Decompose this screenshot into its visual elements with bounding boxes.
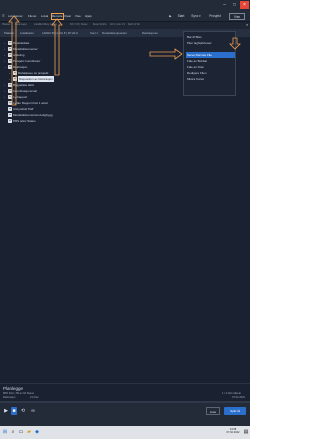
list-button[interactable]: Liste bbox=[206, 407, 220, 415]
remote-dropdown-menu: Bar-fil Bilet Piler tagSpilviewer Serve … bbox=[183, 31, 236, 96]
minimize-icon[interactable]: – bbox=[220, 1, 229, 9]
playback-progress[interactable] bbox=[0, 401, 250, 403]
info-panel: Planlegge 88% Filer | 89 av 94 Skane Rek… bbox=[0, 383, 250, 401]
stop-icon[interactable]: ■ bbox=[11, 407, 17, 415]
folder-icon bbox=[13, 71, 17, 75]
breadcrumb-item[interactable]: Rektrasjoner bbox=[142, 29, 158, 37]
menu-item-hjelp[interactable]: Hjelp bbox=[85, 14, 92, 19]
menu-item-remote[interactable]: Remote bbox=[51, 13, 64, 20]
path-crumb[interactable]: Dahl 12 Vik bbox=[128, 22, 140, 29]
menu-item-vise[interactable]: Vise bbox=[75, 14, 81, 19]
info-meta-left: Rektrasjon bbox=[3, 396, 16, 399]
breadcrumb-item[interactable]: LAKES 50 | LGG 8 | 36 Vik A bbox=[42, 29, 78, 37]
sync-button[interactable]: Sync ▾ bbox=[189, 13, 203, 20]
breadcrumb-item[interactable]: Plakater bbox=[4, 29, 14, 37]
system-clock[interactable]: 13:08 07.02.2022 bbox=[226, 428, 240, 434]
app-icon[interactable]: ◆ bbox=[34, 429, 40, 435]
file-icon bbox=[8, 119, 12, 123]
folder-icon bbox=[8, 47, 12, 51]
dropdown-item[interactable]: Piler tagSpilviewer bbox=[186, 40, 235, 46]
path-crumb[interactable]: Plakater bbox=[2, 22, 10, 29]
project-button[interactable]: Prosjekt bbox=[206, 13, 224, 20]
tree-node[interactable]: PRS arkiv Status bbox=[0, 118, 250, 124]
info-right-date: 07.02.2022 bbox=[232, 396, 245, 399]
search-icon[interactable]: ⌕ bbox=[10, 429, 16, 435]
breadcrumb-item[interactable]: Rosteldata tjenester bbox=[102, 29, 127, 37]
title-bar: – □ × bbox=[0, 0, 250, 11]
menu-icon[interactable]: ☰ bbox=[2, 14, 5, 19]
folder-icon bbox=[8, 89, 12, 93]
folder-icon bbox=[8, 95, 12, 99]
folder-icon bbox=[8, 83, 12, 87]
close-icon[interactable]: × bbox=[240, 1, 249, 9]
explorer-icon[interactable]: ▰ bbox=[26, 429, 32, 435]
folder-icon bbox=[8, 65, 12, 69]
info-subtitle: 88% Filer | 89 av 94 Skane bbox=[3, 392, 35, 395]
start-button[interactable]: Start bbox=[175, 13, 187, 20]
file-icon bbox=[8, 113, 12, 117]
folder-icon bbox=[8, 59, 12, 63]
play-icon[interactable]: ▶ bbox=[168, 13, 173, 20]
path-bar: Plakater Lokal Lager Lokalfiler/Meny Lok… bbox=[0, 22, 250, 29]
windows-start-icon[interactable]: ⊞ bbox=[2, 429, 8, 435]
task-view-icon[interactable]: ▭ bbox=[18, 429, 24, 435]
play-icon[interactable]: ▶ bbox=[3, 407, 9, 415]
file-icon bbox=[8, 101, 12, 105]
view-button[interactable]: Vise bbox=[229, 13, 245, 20]
path-crumb[interactable]: Beste Smiths bbox=[93, 22, 107, 29]
menu-item-lokasjoner[interactable]: Lokasjoner bbox=[8, 14, 23, 19]
folder-icon bbox=[8, 41, 12, 45]
breadcrumb-item[interactable]: Soul 1 bbox=[90, 29, 98, 37]
maximize-icon[interactable]: □ bbox=[230, 1, 239, 9]
os-taskbar: ⊞ ⌕ ▭ ▰ ◆ 13:08 07.02.2022 ▤ bbox=[0, 426, 250, 439]
menu-bar: ☰ Lokasjoner Fileret Lokal Remote Clear … bbox=[0, 11, 250, 22]
path-crumb[interactable]: Kol 2 | Lok 1 S bbox=[110, 22, 125, 29]
search-icon[interactable]: ⌕ bbox=[246, 23, 250, 27]
folder-icon bbox=[13, 77, 17, 81]
player-bar: ▶ ■ ⟲ ∞ Liste Spill nå bbox=[0, 401, 250, 426]
menu-item-clear[interactable]: Clear bbox=[64, 14, 71, 19]
play-now-button[interactable]: Spill nå bbox=[224, 407, 246, 415]
menu-item-lokal[interactable]: Lokal bbox=[41, 14, 48, 19]
path-crumb[interactable]: Lokalfiler/Meny Lokale bbox=[34, 22, 57, 29]
folder-icon bbox=[8, 53, 12, 57]
path-crumb[interactable]: Lokal Lager bbox=[15, 22, 27, 29]
path-crumb[interactable]: FIF | 0 R | Nuster bbox=[70, 22, 88, 29]
dropdown-item[interactable]: Mistra Kortet bbox=[186, 76, 235, 82]
info-title: Planlegge bbox=[3, 386, 24, 391]
infinity-icon[interactable]: ∞ bbox=[28, 407, 38, 415]
tree-node-label: PRS arkiv Status bbox=[13, 119, 36, 123]
clock-date: 07.02.2022 bbox=[226, 431, 240, 434]
loop-icon[interactable]: ⟲ bbox=[19, 407, 27, 415]
menu-item-fileret[interactable]: Fileret bbox=[28, 14, 36, 19]
notification-icon[interactable]: ▤ bbox=[243, 429, 249, 435]
info-right-status: 1 / 4 kb/s Allevat bbox=[222, 392, 241, 395]
app-window: – □ × ☰ Lokasjoner Fileret Lokal Remote … bbox=[0, 0, 250, 426]
breadcrumb-item[interactable]: Lokalkarter bbox=[20, 29, 34, 37]
file-icon bbox=[8, 107, 12, 111]
info-meta-mid: 21 Filer bbox=[30, 396, 39, 399]
